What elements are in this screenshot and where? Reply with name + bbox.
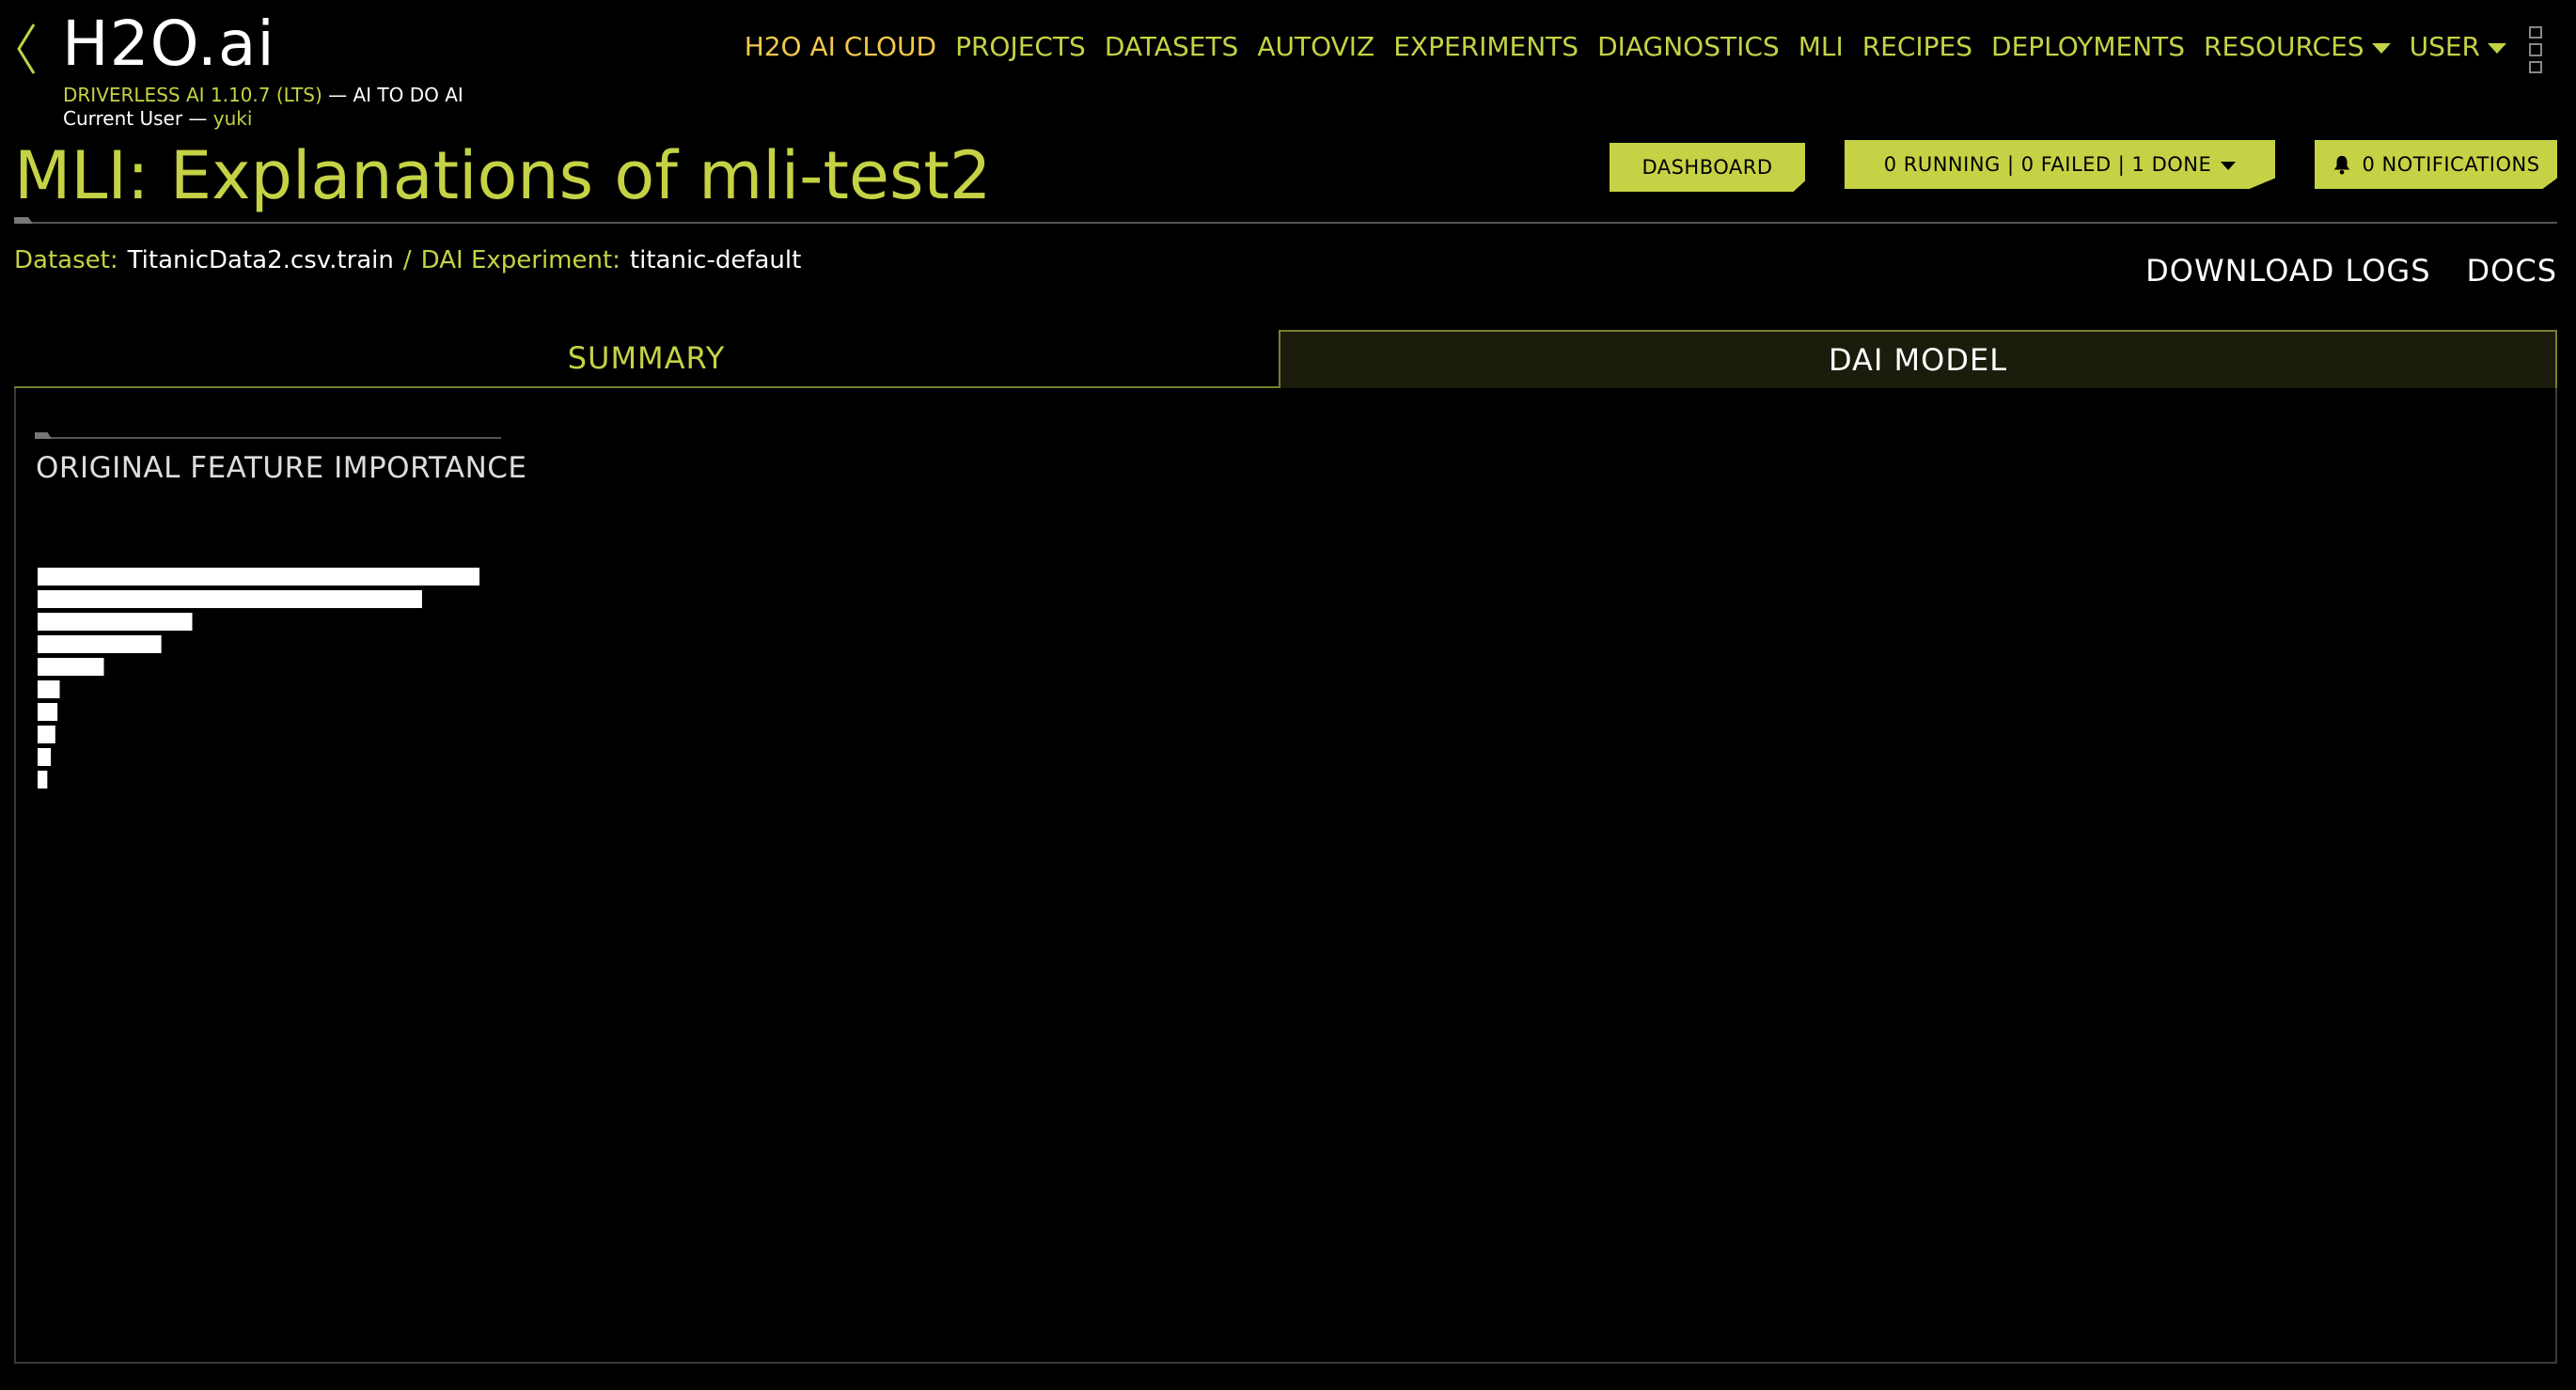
feature-importance-bar-1[interactable] (38, 568, 479, 586)
feature-importance-bar-6[interactable] (38, 680, 60, 698)
title-divider-notch (14, 217, 33, 224)
bell-icon (2334, 155, 2350, 175)
section-divider (35, 437, 501, 439)
page-links: DOWNLOAD LOGS DOCS (2145, 250, 2557, 291)
nav-item-h2o-ai-cloud[interactable]: H2O AI CLOUD (745, 26, 936, 68)
experiment-label: DAI Experiment: (420, 246, 620, 274)
tagline: — AI TO DO AI (322, 84, 463, 106)
chevron-down-icon (2221, 161, 2237, 170)
dataset-label: Dataset: (14, 246, 118, 274)
feature-importance-chart (38, 568, 479, 789)
nav-item-projects[interactable]: PROJECTS (955, 26, 1086, 68)
feature-importance-bar-10[interactable] (38, 771, 48, 789)
feature-importance-bar-8[interactable] (38, 726, 55, 743)
nav-item-experiments[interactable]: EXPERIMENTS (1393, 26, 1579, 68)
back-chevron-icon[interactable] (13, 21, 39, 77)
tab-dai-model[interactable]: DAI MODEL (1279, 330, 2557, 388)
nav-item-diagnostics[interactable]: DIAGNOSTICS (1597, 26, 1780, 68)
nav-item-resources[interactable]: RESOURCES (2204, 26, 2391, 68)
feature-importance-bar-7[interactable] (38, 703, 58, 721)
feature-importance-bar-5[interactable] (38, 658, 104, 676)
version-line: DRIVERLESS AI 1.10.7 (LTS) — AI TO DO AI (63, 84, 463, 106)
download-logs-link[interactable]: DOWNLOAD LOGS (2145, 250, 2430, 291)
nav-item-autoviz[interactable]: AUTOVIZ (1257, 26, 1374, 68)
chevron-down-icon (2371, 43, 2391, 54)
nav-item-mli[interactable]: MLI (1798, 26, 1844, 68)
explanation-panel (14, 388, 2557, 1364)
feature-importance-bar-4[interactable] (38, 635, 162, 653)
page-title: MLI: Explanations of mli-test2 (14, 137, 992, 214)
user-name[interactable]: yuki (213, 107, 253, 130)
breadcrumb-separator: / (402, 246, 412, 274)
app-switcher-icon[interactable] (2529, 26, 2542, 73)
title-divider (14, 222, 2557, 224)
feature-importance-bar-9[interactable] (38, 748, 52, 766)
dataset-value[interactable]: TitanicData2.csv.train (128, 242, 394, 278)
version-label: DRIVERLESS AI 1.10.7 (LTS) (63, 84, 322, 106)
dashboard-button[interactable]: DASHBOARD (1610, 143, 1805, 192)
tab-summary[interactable]: SUMMARY (14, 330, 1279, 388)
nav-item-recipes[interactable]: RECIPES (1862, 26, 1972, 68)
chevron-down-icon (2488, 43, 2506, 54)
notifications-button[interactable]: 0 NOTIFICATIONS (2315, 140, 2557, 189)
breadcrumb: Dataset: TitanicData2.csv.train / DAI Ex… (14, 242, 801, 278)
user-prefix: Current User — (63, 107, 213, 130)
nav-item-datasets[interactable]: DATASETS (1105, 26, 1238, 68)
nav-item-deployments[interactable]: DEPLOYMENTS (1991, 26, 2185, 68)
experiment-value[interactable]: titanic-default (630, 242, 801, 278)
nav-item-user[interactable]: USER (2410, 26, 2506, 68)
docs-link[interactable]: DOCS (2467, 250, 2557, 291)
section-title-feature-importance: ORIGINAL FEATURE IMPORTANCE (36, 451, 527, 485)
brand-logo[interactable]: H2O.ai (62, 6, 275, 83)
current-user-line: Current User — yuki (63, 107, 252, 130)
feature-importance-bar-2[interactable] (38, 590, 422, 608)
job-status-button[interactable]: 0 RUNNING | 0 FAILED | 1 DONE (1845, 140, 2275, 189)
top-navigation: H2O AI CLOUD PROJECTS DATASETS AUTOVIZ E… (745, 26, 2506, 68)
feature-importance-bar-3[interactable] (38, 613, 193, 631)
panel-left-border (14, 388, 16, 1364)
